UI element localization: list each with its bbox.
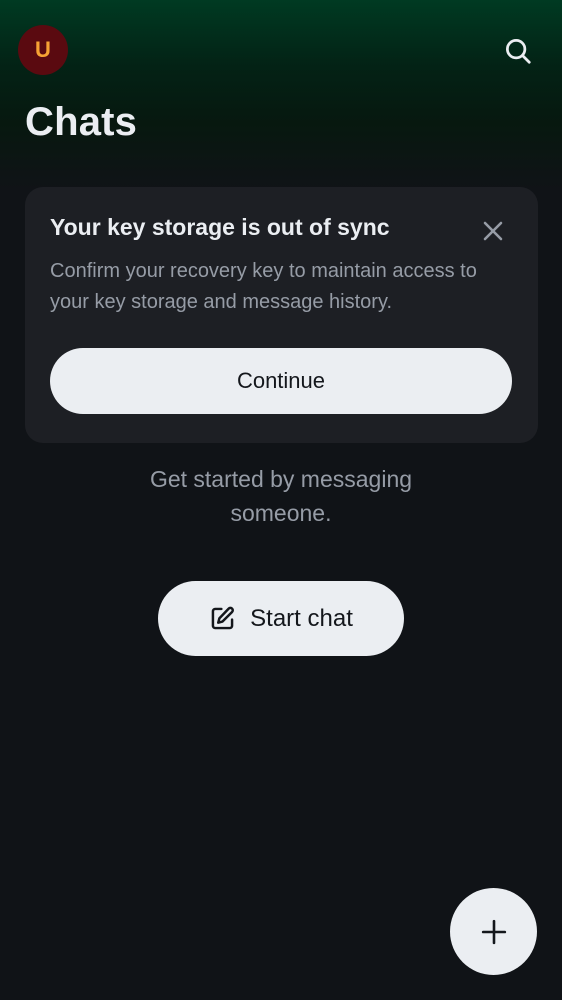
close-icon [483,221,503,241]
key-storage-banner: Your key storage is out of sync Confirm … [25,187,538,443]
search-icon [506,39,531,64]
header-gradient [0,0,562,190]
avatar[interactable]: U [18,25,68,75]
start-chat-label: Start chat [250,604,353,632]
continue-button[interactable]: Continue [50,348,512,414]
empty-state-text: Get started by messaging someone. [0,462,562,530]
page-title: Chats [25,100,138,144]
new-chat-fab[interactable] [450,888,537,975]
empty-state-line-2: someone. [230,500,332,526]
banner-description: Confirm your recovery key to maintain ac… [50,260,477,313]
empty-state-line-1: Get started by messaging [149,466,413,492]
chats-screen: U Chats Your key storage is out of sync … [0,0,562,1000]
search-button[interactable] [497,30,539,72]
banner-close-button[interactable] [477,215,509,247]
start-chat-button[interactable]: Start chat [158,581,404,656]
edit-icon [209,605,236,632]
plus-icon [481,919,506,944]
avatar-initial: U [35,37,51,62]
banner-title: Your key storage is out of sync [50,214,390,240]
